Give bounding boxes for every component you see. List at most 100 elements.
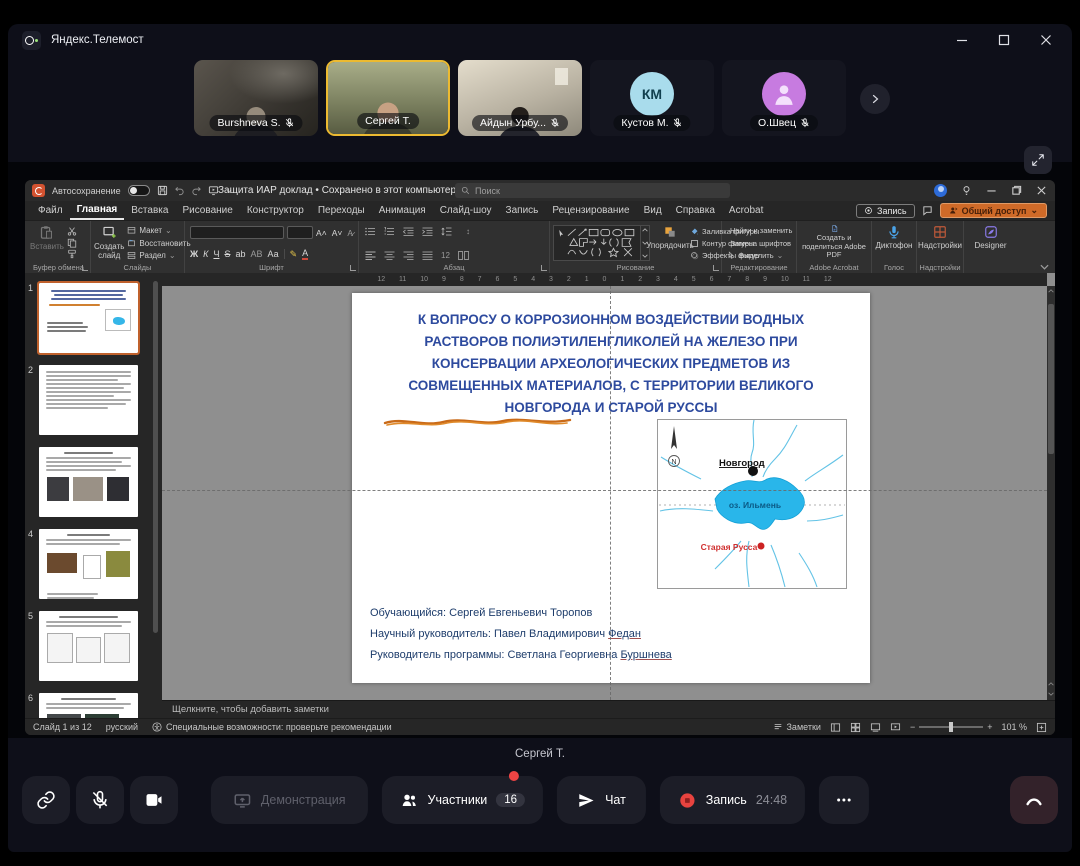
- collapse-ribbon-icon[interactable]: [1040, 264, 1049, 270]
- underline-button[interactable]: Ч: [213, 249, 219, 259]
- normal-view-icon[interactable]: [830, 722, 841, 733]
- tab-record[interactable]: Запись: [499, 203, 546, 219]
- zoom-in-icon[interactable]: +: [987, 722, 992, 732]
- slide-thumbnail-1[interactable]: [39, 283, 138, 353]
- participant-tile[interactable]: КМ Кустов М.: [590, 60, 714, 136]
- slide-title[interactable]: К ВОПРОСУ О КОРРОЗИОННОМ ВОЗДЕЙСТВИИ ВОД…: [380, 309, 842, 419]
- slide-thumbnail-4[interactable]: [39, 529, 138, 599]
- reading-view-icon[interactable]: [870, 722, 881, 733]
- tab-review[interactable]: Рецензирование: [545, 203, 636, 219]
- recording-button[interactable]: Запись 24:48: [660, 776, 805, 824]
- notes-toggle-button[interactable]: Заметки: [773, 722, 821, 732]
- participant-tile[interactable]: Айдын Урбу...: [458, 60, 582, 136]
- screen-share-button[interactable]: Демонстрация: [211, 776, 368, 824]
- novgorod-map-image[interactable]: N Новгород оз. Ильмень Старая Русса: [657, 419, 847, 589]
- tab-slideshow[interactable]: Слайд-шоу: [433, 203, 499, 219]
- designer-button[interactable]: Designer: [967, 225, 1014, 260]
- select-button[interactable]: Выделить⌄: [727, 251, 791, 260]
- tab-insert[interactable]: Вставка: [124, 203, 175, 219]
- font-color-button[interactable]: А: [302, 248, 308, 260]
- align-right-icon[interactable]: [403, 251, 414, 260]
- reset-button[interactable]: Восстановить: [127, 239, 190, 248]
- columns-icon[interactable]: [458, 251, 469, 260]
- redo-icon[interactable]: [191, 185, 202, 196]
- format-painter-icon[interactable]: [67, 249, 77, 259]
- line-spacing-icon[interactable]: [441, 227, 452, 236]
- find-replace-button[interactable]: Найти и заменить: [727, 226, 791, 235]
- paste-button[interactable]: Вставить: [30, 225, 64, 260]
- guide-vertical[interactable]: [610, 286, 611, 700]
- tab-draw[interactable]: Рисование: [175, 203, 239, 219]
- align-left-icon[interactable]: [365, 251, 376, 260]
- align-center-icon[interactable]: [384, 251, 395, 260]
- zoom-level[interactable]: 101 %: [1001, 722, 1027, 732]
- slide-thumbnail-2[interactable]: [39, 365, 138, 435]
- slide-thumbnail-6[interactable]: [39, 693, 138, 718]
- tab-home[interactable]: Главная: [70, 202, 125, 220]
- orange-squiggle-decoration[interactable]: [382, 413, 574, 431]
- dialog-launcher-icon[interactable]: [350, 265, 356, 271]
- justify-icon[interactable]: [422, 251, 433, 260]
- thumbnail-scrollbar[interactable]: [153, 281, 158, 633]
- search-box[interactable]: Поиск: [455, 183, 730, 198]
- document-title[interactable]: Защита ИАР доклад • Сохранено в этот ком…: [218, 185, 467, 196]
- slide-sorter-view-icon[interactable]: [850, 722, 861, 733]
- record-button[interactable]: Запись: [856, 204, 915, 218]
- char-spacing-button[interactable]: АВ: [250, 249, 262, 259]
- addins-button[interactable]: Надстройки: [920, 225, 960, 260]
- strikethrough-button[interactable]: S: [224, 249, 230, 259]
- dialog-launcher-icon[interactable]: [713, 265, 719, 271]
- account-avatar[interactable]: [934, 184, 947, 197]
- increase-indent-icon[interactable]: [422, 227, 433, 236]
- autosave-toggle[interactable]: [128, 185, 150, 196]
- dialog-launcher-icon[interactable]: [82, 265, 88, 271]
- numbering-icon[interactable]: [384, 227, 395, 236]
- tab-animations[interactable]: Анимация: [372, 203, 433, 219]
- decrease-indent-icon[interactable]: [403, 227, 414, 236]
- copy-icon[interactable]: [67, 238, 77, 248]
- tab-transitions[interactable]: Переходы: [311, 203, 372, 219]
- tab-design[interactable]: Конструктор: [240, 203, 311, 219]
- section-button[interactable]: Раздел⌄: [127, 251, 190, 260]
- grow-font-icon[interactable]: А˄: [316, 228, 327, 238]
- text-direction-icon[interactable]: ↕: [466, 227, 470, 236]
- slide-thumbnail-3[interactable]: [39, 447, 138, 517]
- replace-fonts-button[interactable]: Замена шрифтов: [727, 239, 791, 248]
- create-pdf-button[interactable]: Создать и поделиться Adobe PDF: [800, 225, 868, 260]
- italic-button[interactable]: К: [203, 249, 208, 259]
- text-shadow-button[interactable]: ab: [235, 249, 245, 259]
- slide-credits[interactable]: Обучающийся: Сергей Евгеньевич Торопов Н…: [370, 603, 672, 666]
- expand-fullscreen-button[interactable]: [1024, 146, 1052, 174]
- scrollbar-thumb[interactable]: [1048, 304, 1054, 454]
- next-participants-button[interactable]: [860, 84, 890, 114]
- shapes-gallery[interactable]: [553, 225, 641, 261]
- ppt-restore-icon[interactable]: [1011, 185, 1022, 196]
- comments-icon[interactable]: [922, 205, 933, 216]
- close-icon[interactable]: [1040, 34, 1052, 46]
- lightbulb-icon[interactable]: [961, 185, 972, 196]
- zoom-slider[interactable]: − +: [910, 722, 993, 732]
- copy-link-button[interactable]: [22, 776, 70, 824]
- undo-icon[interactable]: [174, 185, 185, 196]
- shrink-font-icon[interactable]: А˅: [332, 228, 343, 238]
- dictate-button[interactable]: Диктофон: [875, 225, 913, 260]
- participants-button[interactable]: Участники 16: [382, 776, 544, 824]
- start-slideshow-icon[interactable]: [208, 185, 219, 196]
- microphone-button[interactable]: [76, 776, 124, 824]
- cut-icon[interactable]: [67, 226, 77, 236]
- share-button[interactable]: Общий доступ ⌄: [940, 203, 1047, 218]
- clear-format-icon[interactable]: А̷: [347, 228, 353, 238]
- arrange-button[interactable]: Упорядочить: [653, 225, 687, 260]
- fit-slide-icon[interactable]: [1036, 722, 1047, 733]
- save-icon[interactable]: [157, 185, 168, 196]
- hangup-button[interactable]: [1010, 776, 1058, 824]
- maximize-icon[interactable]: [998, 34, 1010, 46]
- font-name-input[interactable]: [190, 226, 284, 239]
- tab-help[interactable]: Справка: [669, 203, 722, 219]
- language-indicator[interactable]: русский: [106, 722, 138, 732]
- change-case-button[interactable]: Аа: [268, 249, 279, 259]
- tab-file[interactable]: Файл: [31, 203, 70, 219]
- highlight-color-button[interactable]: ✎: [290, 249, 298, 260]
- participant-tile[interactable]: Burshneva S.: [194, 60, 318, 136]
- notes-area[interactable]: Щелкните, чтобы добавить заметки: [162, 700, 1055, 718]
